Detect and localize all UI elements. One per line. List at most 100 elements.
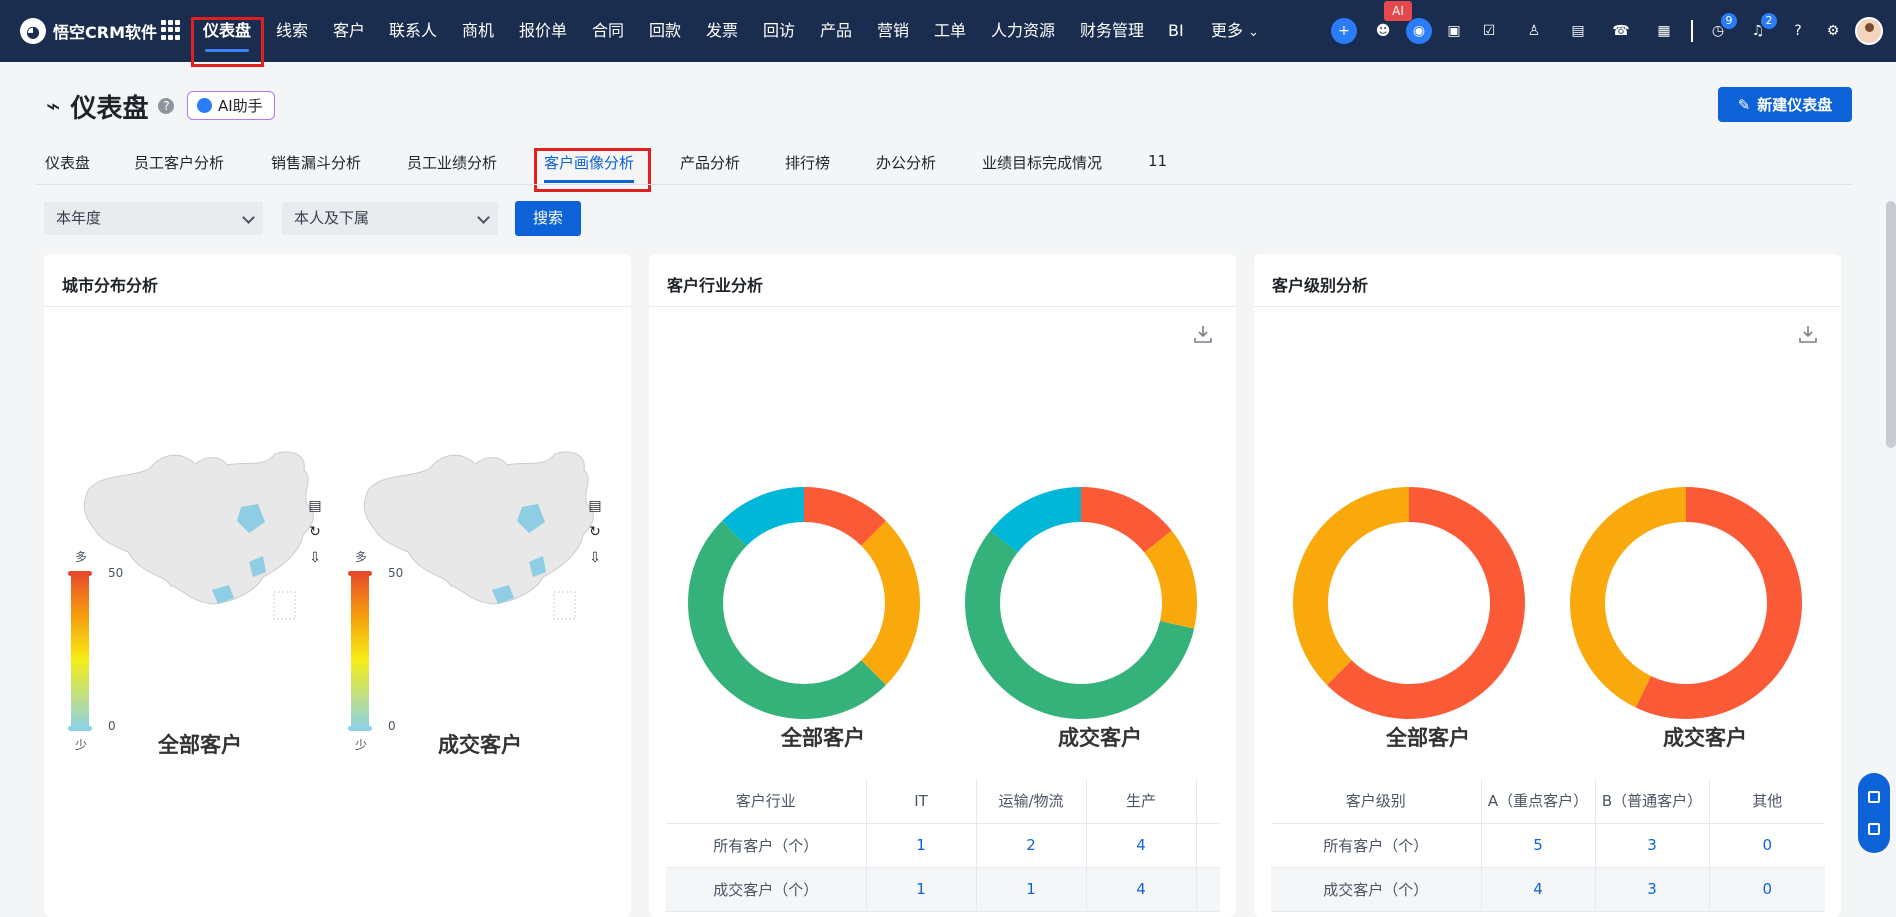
table-row-label: 成交客户（个） xyxy=(666,867,867,912)
add-icon[interactable]: + xyxy=(1331,18,1357,44)
table-header-cell: 运输/物流 xyxy=(976,779,1087,824)
industry-donut-charts xyxy=(688,487,1197,719)
tabs-divider xyxy=(36,184,1853,185)
robot-icon[interactable]: ☻ xyxy=(1370,18,1396,44)
nav-bi[interactable]: BI xyxy=(1168,0,1184,62)
page-scrollbar[interactable] xyxy=(1886,201,1896,448)
industry-card-title: 客户行业分析 xyxy=(667,276,764,295)
map-label-all: 全部客户 xyxy=(158,733,242,757)
settings-gear-icon[interactable]: ⚙ xyxy=(1820,18,1846,44)
brand-name: 悟空CRM软件 xyxy=(53,23,157,42)
china-map-deal xyxy=(363,451,594,605)
nav-hr[interactable]: 人力资源 xyxy=(991,0,1055,62)
nav-finance[interactable]: 财务管理 xyxy=(1080,0,1144,62)
calendar-icon[interactable]: ▦ xyxy=(1651,18,1677,44)
notice-count-badge: 9 xyxy=(1719,11,1739,31)
tab-employee-performance[interactable]: 员工业绩分析 xyxy=(407,152,497,176)
nav-more[interactable]: 更多 ⌄ xyxy=(1211,0,1259,62)
table-header-cell: 客户行业 xyxy=(666,779,867,824)
data-view-icon[interactable]: ▤ xyxy=(588,498,601,514)
notice-icon[interactable]: ◷ 9 xyxy=(1705,11,1739,44)
new-dashboard-button[interactable]: ✎ 新建仪表盘 xyxy=(1718,87,1852,122)
table-empty-cell xyxy=(1196,779,1220,824)
table-value-link[interactable]: 5 xyxy=(1481,823,1596,868)
legend-slider-bottom[interactable] xyxy=(68,726,92,731)
title-help-icon[interactable]: ? xyxy=(158,98,175,114)
search-button[interactable]: 搜索 xyxy=(515,201,581,236)
tab-goal-completion[interactable]: 业绩目标完成情况 xyxy=(982,152,1102,176)
tab-ranking[interactable]: 排行榜 xyxy=(785,152,830,176)
help-icon[interactable]: ? xyxy=(1785,18,1811,44)
tab-sales-funnel[interactable]: 销售漏斗分析 xyxy=(271,152,361,176)
ai-assistant-button[interactable]: AI助手 xyxy=(187,91,275,120)
nav-work-orders[interactable]: 工单 xyxy=(934,0,966,62)
table-value-link[interactable]: 1 xyxy=(866,823,977,868)
nav-return-visits[interactable]: 回访 xyxy=(763,0,795,62)
level-data-table: 客户级别 A（重点客户） B（普通客户） 其他 所有客户（个） 5 3 0 成交… xyxy=(1271,779,1825,912)
translate-icon[interactable] xyxy=(1868,791,1880,803)
table-empty-cell xyxy=(1196,823,1220,868)
nav-payments[interactable]: 回款 xyxy=(649,0,681,62)
task-check-icon[interactable]: ☑ xyxy=(1476,18,1502,44)
table-value-link[interactable]: 4 xyxy=(1086,823,1197,868)
table-value-link[interactable]: 0 xyxy=(1709,867,1825,912)
refresh-icon[interactable]: ↻ xyxy=(589,524,601,540)
nav-products[interactable]: 产品 xyxy=(820,0,852,62)
level-donut-charts xyxy=(1293,487,1802,719)
table-value-link[interactable]: 1 xyxy=(866,867,977,912)
message-icon[interactable]: ▣ xyxy=(1441,18,1467,44)
nav-opportunities[interactable]: 商机 xyxy=(462,0,494,62)
nav-contacts[interactable]: 联系人 xyxy=(389,0,437,62)
table-value-link[interactable]: 3 xyxy=(1595,823,1710,868)
table-value-link[interactable]: 2 xyxy=(976,823,1087,868)
edit-note-icon[interactable] xyxy=(1868,823,1880,835)
table-header-cell: IT xyxy=(866,779,977,824)
nav-invoices[interactable]: 发票 xyxy=(706,0,738,62)
crm-logo[interactable]: ◕ 悟空CRM软件 xyxy=(20,17,157,45)
table-value-link[interactable]: 4 xyxy=(1086,867,1197,912)
data-view-icon[interactable]: ▤ xyxy=(308,498,321,514)
tab-11[interactable]: 11 xyxy=(1148,152,1167,176)
bell-icon[interactable]: ♫ 2 xyxy=(1745,11,1779,44)
highlight-nav-dashboard xyxy=(191,17,264,67)
table-row-label: 所有客户（个） xyxy=(1271,823,1482,868)
industry-all-slice-2[interactable] xyxy=(861,520,920,686)
floating-tool-panel[interactable] xyxy=(1858,773,1890,853)
period-select[interactable]: 本年度 xyxy=(44,202,263,235)
legend-bottom-label: 少 xyxy=(75,738,88,752)
nav-more-label: 更多 xyxy=(1211,21,1244,40)
refresh-icon[interactable]: ↻ xyxy=(309,524,321,540)
edit-icon: ✎ xyxy=(1737,95,1751,114)
nav-leads[interactable]: 线索 xyxy=(276,0,308,62)
nav-marketing[interactable]: 营销 xyxy=(877,0,909,62)
download-icon[interactable]: ⇩ xyxy=(589,550,601,566)
phone-icon[interactable]: ☎ xyxy=(1608,18,1634,44)
map-label-deal: 成交客户 xyxy=(438,733,522,757)
tab-office-analysis[interactable]: 办公分析 xyxy=(876,152,936,176)
map-toolbar-all: ▤ ↻ ⇩ xyxy=(306,498,324,566)
legend-slider-bottom[interactable] xyxy=(348,726,372,731)
user-avatar[interactable] xyxy=(1855,17,1883,45)
tab-employee-customer[interactable]: 员工客户分析 xyxy=(134,152,224,176)
table-value-link[interactable]: 3 xyxy=(1595,867,1710,912)
nav-quotes[interactable]: 报价单 xyxy=(519,0,567,62)
legend-min-label: 0 xyxy=(108,719,116,733)
chat-icon[interactable]: ◉ xyxy=(1406,18,1432,44)
level-deal-slice-2[interactable] xyxy=(1570,487,1686,708)
document-icon[interactable]: ▤ xyxy=(1565,18,1591,44)
scope-select[interactable]: 本人及下属 xyxy=(282,202,498,235)
table-value-link[interactable]: 4 xyxy=(1481,867,1596,912)
nav-customers[interactable]: 客户 xyxy=(333,0,365,62)
tab-dashboard[interactable]: 仪表盘 xyxy=(45,152,90,176)
page-title: ⌁ 仪表盘 ? xyxy=(46,91,175,124)
table-value-link[interactable]: 0 xyxy=(1709,823,1825,868)
table-value-link[interactable]: 1 xyxy=(976,867,1087,912)
user-stamp-icon[interactable]: ♙ xyxy=(1521,18,1547,44)
level-all-slice-2[interactable] xyxy=(1293,487,1409,686)
download-icon[interactable]: ⇩ xyxy=(309,550,321,566)
nav-contracts[interactable]: 合同 xyxy=(592,0,624,62)
top-navigation-bar: ◕ 悟空CRM软件 仪表盘 线索 客户 联系人 商机 报价单 合同 回款 发票 … xyxy=(0,0,1896,67)
tab-product-analysis[interactable]: 产品分析 xyxy=(680,152,740,176)
apps-grid-icon[interactable] xyxy=(161,20,181,40)
industry-all-slice-3[interactable] xyxy=(688,520,887,719)
